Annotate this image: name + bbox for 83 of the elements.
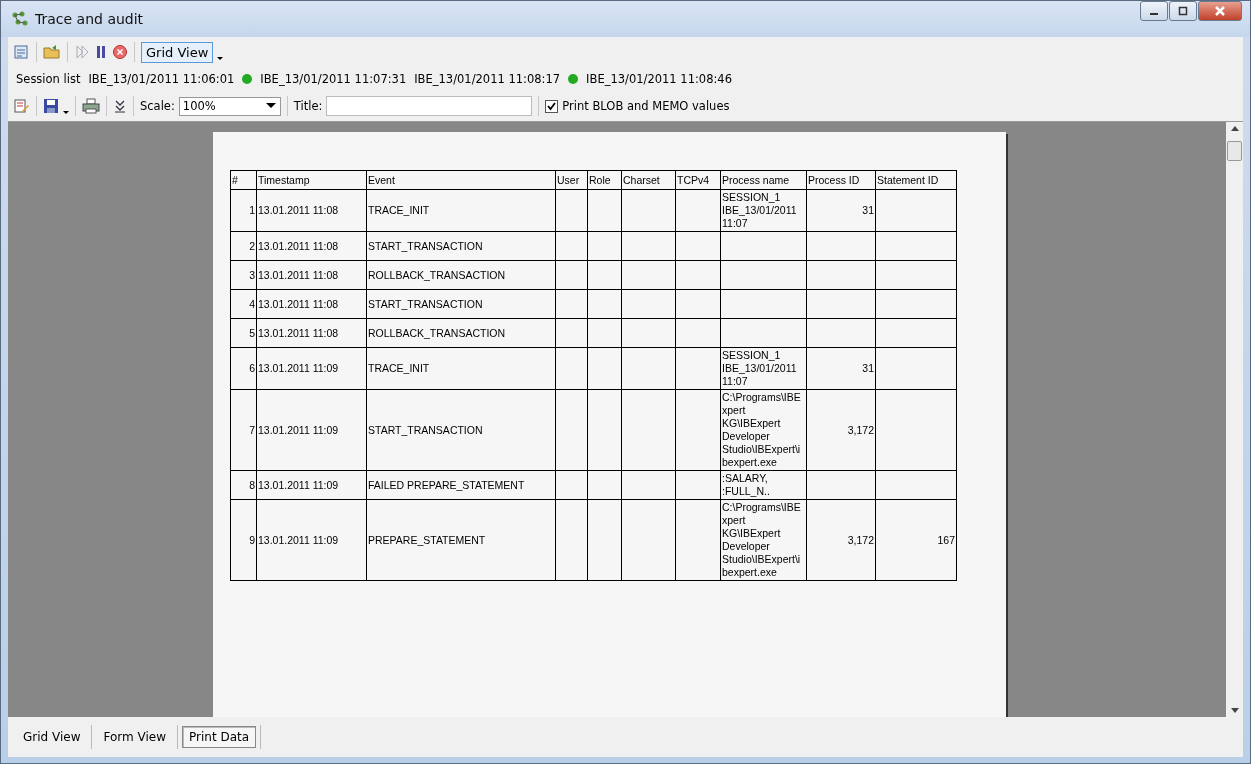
maximize-icon xyxy=(1178,6,1188,16)
row-number: 1 xyxy=(249,204,255,216)
table-cell: 13.01.2011 11:08 xyxy=(258,204,339,216)
column-header: Event xyxy=(368,173,395,186)
table-cell: C:\Programs\IBE xpert KG\IBExpert Developer Studio\IBExpert\i bexpert.exe xyxy=(722,391,801,468)
check-icon xyxy=(546,100,558,112)
table-cell: PREPARE_STATEMENT xyxy=(368,533,486,546)
column-header: Timestamp xyxy=(258,173,310,186)
title-field[interactable] xyxy=(326,96,533,116)
scroll-down-icon[interactable] xyxy=(1230,708,1239,713)
table-cell: START_TRANSACTION xyxy=(368,297,483,310)
table-cell: TRACE_INIT xyxy=(368,204,430,216)
column-header: Process name xyxy=(722,173,790,186)
table-cell: SESSION_1 IBE_13/01/2011 11:07 xyxy=(722,191,797,229)
session-item[interactable]: IBE_13/01/2011 11:08:17 xyxy=(414,72,561,86)
table-cell: START_TRANSACTION xyxy=(368,423,483,436)
table-cell: START_TRANSACTION xyxy=(368,239,483,252)
stop-icon[interactable] xyxy=(112,44,128,60)
edit-icon[interactable] xyxy=(12,98,30,114)
print-blob-checkbox[interactable]: Print BLOB and MEMO values xyxy=(545,99,730,113)
caret-icon[interactable] xyxy=(217,57,224,61)
table-cell: 3,172 xyxy=(847,533,874,546)
row-number: 5 xyxy=(249,326,255,339)
session-item[interactable]: IBE_13/01/2011 11:07:31 xyxy=(260,72,407,86)
caret-icon xyxy=(265,103,276,109)
column-header: User xyxy=(557,173,580,186)
save-icon[interactable] xyxy=(43,98,59,114)
session-item[interactable]: IBE_13/01/2011 11:08:46 xyxy=(586,72,732,86)
table-cell: FAILED PREPARE_STATEMENT xyxy=(368,478,525,491)
row-number: 4 xyxy=(249,297,255,310)
printer-icon[interactable] xyxy=(82,98,100,114)
view-tab[interactable]: Grid View xyxy=(16,726,88,748)
close-button[interactable] xyxy=(1198,1,1242,21)
nodes-icon xyxy=(11,11,29,27)
table-cell: 13.01.2011 11:09 xyxy=(258,362,339,374)
table-cell: 13.01.2011 11:08 xyxy=(258,239,339,252)
view-button[interactable]: Grid View xyxy=(141,41,214,63)
table-cell: 13.01.2011 11:09 xyxy=(258,478,339,491)
view-tab[interactable]: Print Data xyxy=(182,726,257,748)
minimize-icon xyxy=(1150,13,1158,15)
pause-icon[interactable] xyxy=(94,44,108,60)
row-number: 9 xyxy=(249,533,255,546)
scroll-up-icon[interactable] xyxy=(1230,126,1239,131)
table-cell: 31 xyxy=(862,204,874,216)
column-header: TCPv4 xyxy=(677,173,710,186)
caret-icon[interactable] xyxy=(63,111,69,115)
column-header: Process ID xyxy=(808,173,860,186)
column-header: Role xyxy=(589,173,611,186)
chevron-down-icon[interactable] xyxy=(113,98,127,114)
table-cell: 13.01.2011 11:08 xyxy=(258,297,339,310)
maximize-button[interactable] xyxy=(1169,1,1197,21)
session-list-label: Session list xyxy=(16,72,81,86)
minimize-button[interactable] xyxy=(1140,1,1168,21)
column-header: Charset xyxy=(623,173,660,186)
table-cell: ROLLBACK_TRANSACTION xyxy=(368,326,506,339)
table-cell: 13.01.2011 11:09 xyxy=(258,533,339,546)
row-number: 6 xyxy=(249,362,255,374)
table-cell: 13.01.2011 11:08 xyxy=(258,268,339,281)
table-cell: 13.01.2011 11:08 xyxy=(258,326,339,339)
row-number: 2 xyxy=(249,239,255,252)
session-item[interactable]: IBE_13/01/2011 11:06:01 xyxy=(88,72,235,86)
row-number: 3 xyxy=(249,268,255,281)
table-cell: C:\Programs\IBE xpert KG\IBExpert Developer Studio\IBExpert\i bexpert.exe xyxy=(722,501,801,578)
table-cell: 3,172 xyxy=(847,423,874,436)
column-header: # xyxy=(232,173,238,186)
table-cell: TRACE_INIT xyxy=(368,362,430,374)
row-number: 7 xyxy=(249,423,255,436)
scale-dropdown[interactable]: 100% xyxy=(178,96,281,116)
row-number: 8 xyxy=(249,478,255,491)
table-cell: 167 xyxy=(937,533,955,546)
folder-icon[interactable] xyxy=(43,44,61,60)
column-header: Statement ID xyxy=(877,173,939,186)
table-cell: 31 xyxy=(862,362,874,374)
scroll-thumb[interactable] xyxy=(1227,141,1242,161)
title-label: Title: xyxy=(293,99,323,113)
close-icon xyxy=(1214,5,1226,17)
scale-label: Scale: xyxy=(140,99,175,113)
table-cell: :SALARY, :FULL_N.. xyxy=(722,472,770,497)
table-cell: ROLLBACK_TRANSACTION xyxy=(368,268,506,281)
table-cell: SESSION_1 IBE_13/01/2011 11:07 xyxy=(722,349,797,387)
table-cell: 13.01.2011 11:09 xyxy=(258,423,339,436)
window-title: Trace and audit xyxy=(35,11,144,27)
view-tab[interactable]: Form View xyxy=(96,726,173,748)
